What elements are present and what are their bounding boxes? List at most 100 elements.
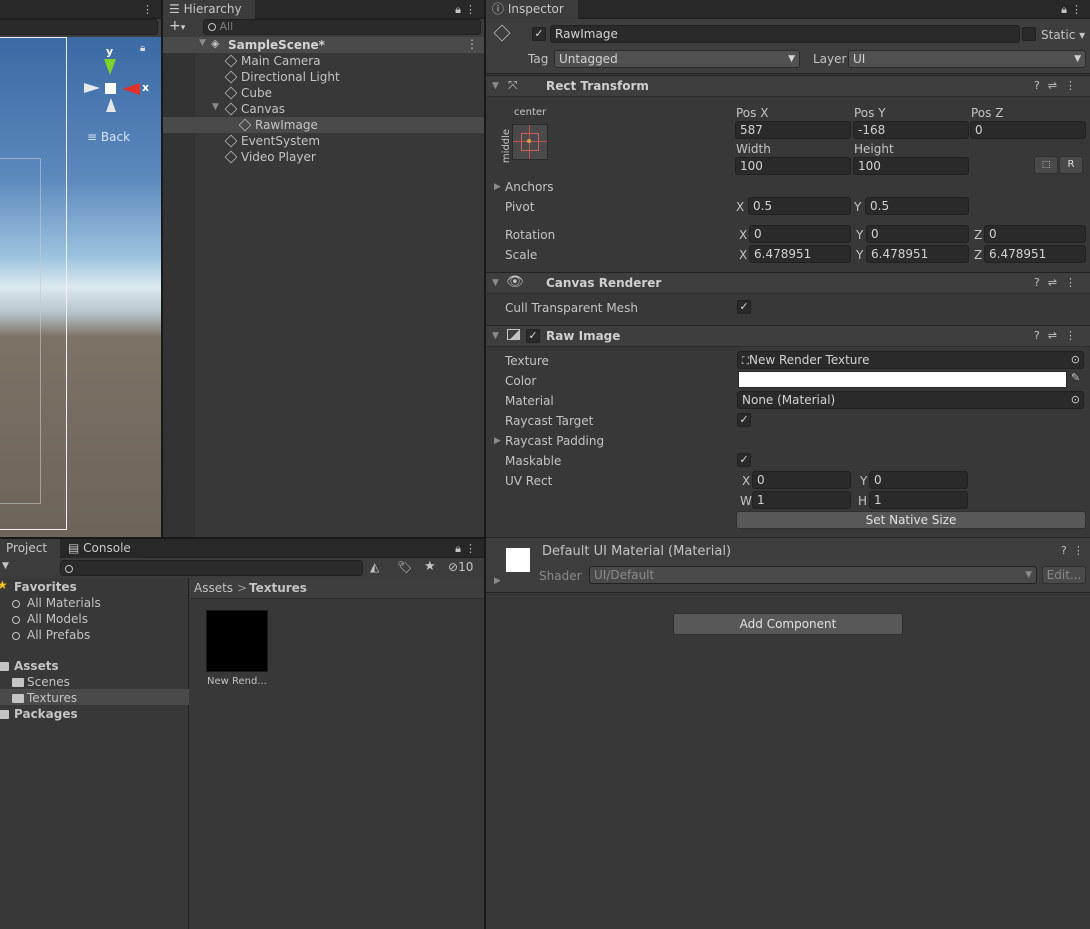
layer-dropdown[interactable]: UI ▼	[848, 50, 1086, 68]
folder-item-scenes[interactable]: Scenes	[0, 673, 189, 689]
uv-w-field[interactable]: 1	[752, 491, 851, 509]
width-field[interactable]: 100	[735, 157, 851, 175]
pivot-x-field[interactable]: 0.5	[748, 197, 851, 215]
height-field[interactable]: 100	[853, 157, 969, 175]
rect-transform-header[interactable]: ▼ ⤧ Rect Transform ?⇌⋮	[486, 75, 1090, 97]
search-by-type-icon[interactable]: ◭	[370, 560, 379, 574]
create-add-button[interactable]: +▾	[169, 18, 185, 34]
color-swatch[interactable]	[738, 371, 1067, 388]
favorites-star-icon[interactable]: ★	[424, 559, 436, 574]
eyedropper-icon[interactable]: ✎	[1071, 371, 1080, 384]
hierarchy-lock-menu-icons[interactable]: 🔒︎⋮	[455, 0, 480, 19]
pos-z-field[interactable]: 0	[970, 121, 1086, 139]
object-picker-icon[interactable]: ⊙	[1071, 352, 1080, 368]
hierarchy-item-rawimage[interactable]: RawImage	[163, 117, 484, 133]
tag-dropdown[interactable]: Untagged ▼	[554, 50, 800, 68]
hierarchy-search-input[interactable]: All	[203, 19, 481, 35]
anchors-label[interactable]: Anchors	[505, 179, 554, 195]
raw-image-enabled-checkbox[interactable]: ✓	[526, 329, 540, 343]
material-help-menu-icons[interactable]: ?⋮	[1061, 544, 1090, 557]
component-help-settings-menu-icons[interactable]: ?⇌⋮	[1034, 276, 1084, 289]
pos-x-field[interactable]: 587	[735, 121, 851, 139]
scene-viewport[interactable]: y x 🔒︎ ≡ Back	[0, 37, 161, 537]
assets-row[interactable]: Assets	[0, 657, 189, 673]
hierarchy-tabbar: ☰ Hierarchy 🔒︎⋮	[163, 0, 484, 19]
raw-image-header[interactable]: ▼ ✓ Raw Image ?⇌⋮	[486, 325, 1090, 347]
scene-expand-arrow[interactable]: ▼	[199, 38, 206, 48]
inspector-header: ✓ RawImage Static ▾ Tag Untagged ▼ Layer…	[486, 19, 1090, 74]
packages-row[interactable]: Packages	[0, 705, 189, 721]
breadcrumb-assets[interactable]: Assets	[194, 580, 233, 596]
set-native-size-button[interactable]: Set Native Size	[736, 511, 1086, 529]
scale-z-field[interactable]: 6.478951	[984, 245, 1086, 263]
hierarchy-item-directional-light[interactable]: Directional Light	[163, 69, 484, 85]
foldout-arrow[interactable]: ▼	[492, 331, 499, 341]
maskable-checkbox[interactable]: ✓	[737, 453, 751, 467]
hierarchy-item-canvas[interactable]: ▼ Canvas	[163, 101, 484, 117]
pos-y-field[interactable]: -168	[853, 121, 969, 139]
canvas-renderer-header[interactable]: ▼ 👁︎ Canvas Renderer ?⇌⋮	[486, 272, 1090, 294]
uv-x-field[interactable]: 0	[752, 471, 851, 489]
raycast-padding-foldout-arrow[interactable]: ▶	[494, 436, 501, 446]
hierarchy-item-main-camera[interactable]: Main Camera	[163, 53, 484, 69]
asset-tile[interactable]: New Rend...	[204, 610, 270, 690]
component-help-settings-menu-icons[interactable]: ?⇌⋮	[1034, 79, 1084, 92]
breadcrumb-textures[interactable]: Textures	[249, 580, 307, 596]
add-component-button[interactable]: Add Component	[673, 613, 903, 635]
search-by-label-icon[interactable]: 🏷︎	[397, 560, 412, 574]
material-foldout-arrow[interactable]: ▶	[494, 576, 501, 586]
anchors-foldout-arrow[interactable]: ▶	[494, 182, 501, 192]
texture-object-field[interactable]: ⛶New Render Texture ⊙	[737, 351, 1084, 369]
tab-project[interactable]: Project	[0, 539, 60, 558]
scene-gizmo[interactable]: y x 🔒︎	[82, 43, 152, 121]
scene-menu-icon[interactable]: ⋮	[142, 0, 157, 19]
object-name-field[interactable]: RawImage	[550, 25, 1020, 43]
pivot-y-field[interactable]: 0.5	[865, 197, 969, 215]
static-dropdown[interactable]: Static ▾	[1041, 27, 1085, 43]
foldout-arrow[interactable]: ▼	[492, 278, 499, 288]
anchor-preset-button[interactable]	[512, 124, 548, 160]
rotation-x-field[interactable]: 0	[749, 225, 851, 243]
rotation-z-field[interactable]: 0	[984, 225, 1086, 243]
hierarchy-item-video-player[interactable]: Video Player	[163, 149, 484, 165]
component-help-settings-menu-icons[interactable]: ?⇌⋮	[1034, 329, 1084, 342]
uv-h-field[interactable]: 1	[869, 491, 968, 509]
raw-edit-mode-button[interactable]: R	[1059, 156, 1083, 174]
favorite-item[interactable]: All Prefabs	[0, 626, 189, 642]
tab-console[interactable]: ▤ Console	[62, 539, 142, 558]
edit-shader-button[interactable]: Edit...	[1042, 566, 1086, 584]
hidden-packages-toggle[interactable]: ⊘10	[448, 560, 473, 574]
static-checkbox[interactable]	[1022, 27, 1036, 41]
create-dropdown[interactable]: ▼	[2, 561, 9, 571]
tab-hierarchy[interactable]: ☰ Hierarchy	[163, 0, 255, 19]
scene-search-input[interactable]	[0, 19, 158, 35]
raycast-padding-label[interactable]: Raycast Padding	[505, 433, 604, 449]
folder-item-textures[interactable]: Textures	[0, 689, 189, 705]
back-button[interactable]: ≡ Back	[87, 130, 130, 144]
uv-y-field[interactable]: 0	[869, 471, 968, 489]
hierarchy-item-eventsystem[interactable]: EventSystem	[163, 133, 484, 149]
favorite-item[interactable]: All Materials	[0, 594, 189, 610]
tab-inspector[interactable]: ⓘ Inspector	[486, 0, 578, 19]
scale-x-field[interactable]: 6.478951	[749, 245, 851, 263]
object-picker-icon[interactable]: ⊙	[1071, 392, 1080, 408]
project-lock-menu-icons[interactable]: 🔒︎⋮	[455, 539, 480, 558]
scene-menu-icon[interactable]: ⋮	[466, 37, 478, 51]
shader-dropdown[interactable]: UI/Default ▼	[589, 566, 1037, 584]
foldout-arrow[interactable]: ▼	[492, 81, 499, 91]
active-checkbox[interactable]: ✓	[532, 27, 546, 41]
hierarchy-item-cube[interactable]: Cube	[163, 85, 484, 101]
lock-icon[interactable]: 🔒︎	[140, 43, 145, 54]
inspector-lock-menu-icons[interactable]: 🔒︎⋮	[1061, 0, 1086, 19]
favorites-row[interactable]: ★ Favorites	[0, 578, 189, 594]
cull-transparent-mesh-checkbox[interactable]: ✓	[737, 300, 751, 314]
scale-y-field[interactable]: 6.478951	[866, 245, 969, 263]
project-search-input[interactable]	[60, 560, 363, 576]
material-object-field[interactable]: None (Material) ⊙	[737, 391, 1084, 409]
raycast-target-checkbox[interactable]: ✓	[737, 413, 751, 427]
rotation-y-field[interactable]: 0	[866, 225, 969, 243]
favorite-item[interactable]: All Models	[0, 610, 189, 626]
scene-row[interactable]: ▼ ◈ SampleScene* ⋮	[163, 37, 484, 53]
canvas-expand-arrow[interactable]: ▼	[212, 102, 219, 112]
blueprint-mode-button[interactable]: ⬚	[1034, 156, 1058, 174]
